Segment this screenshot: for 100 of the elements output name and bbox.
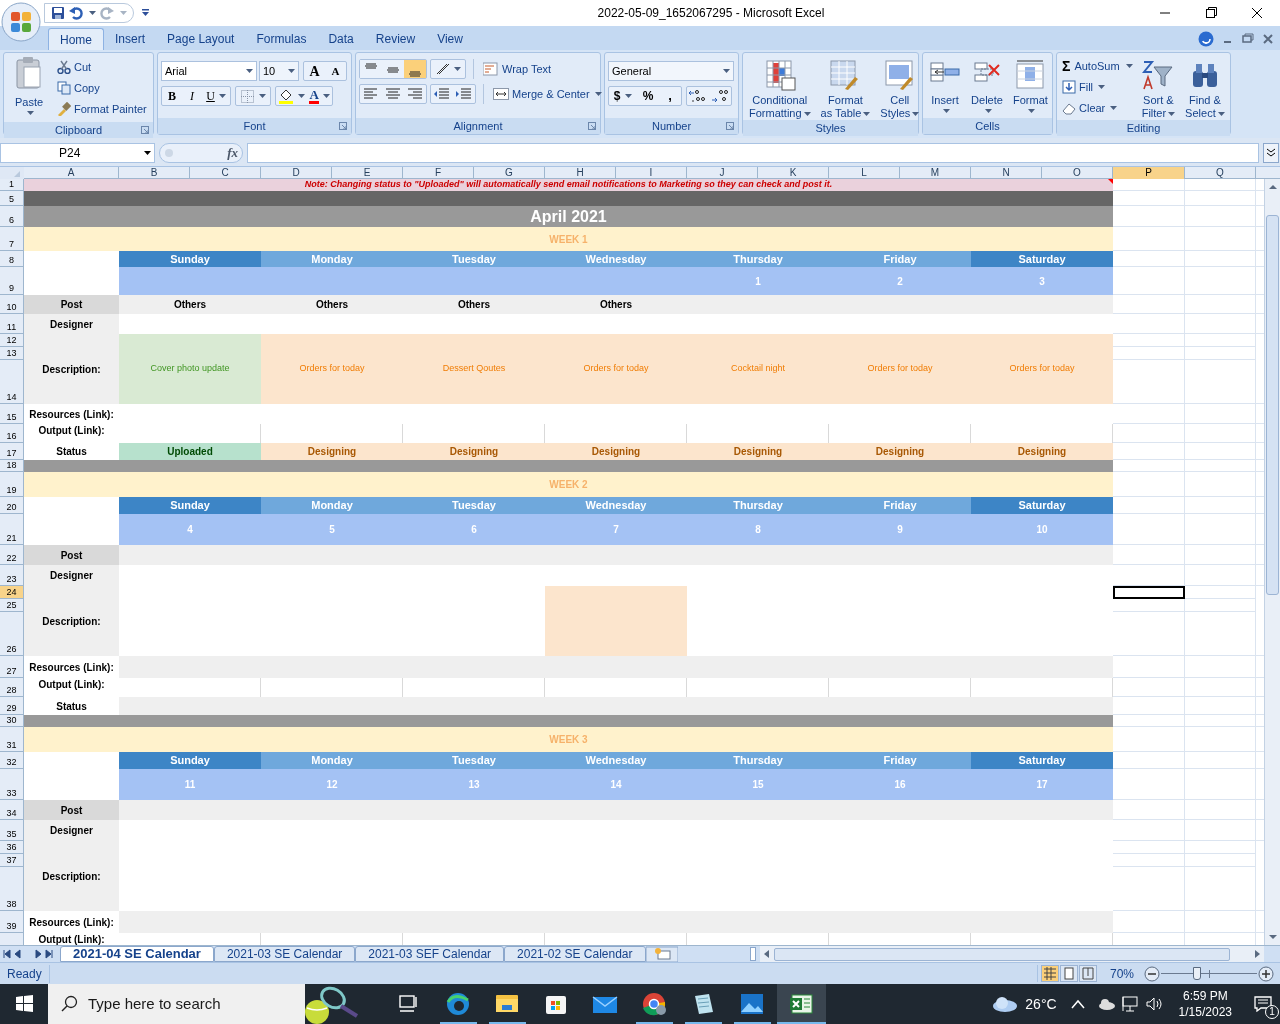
clear-button[interactable]: Clear (1060, 98, 1135, 118)
comma-button[interactable]: , (659, 89, 681, 103)
row-header[interactable]: 16 (0, 424, 24, 443)
date-cell: 7 (545, 514, 687, 545)
format-as-table-button[interactable]: Format as Table (817, 56, 874, 120)
delete-button[interactable]: Delete (968, 56, 1006, 113)
cut-button[interactable]: Cut (55, 57, 149, 77)
row-header[interactable]: 25 (0, 599, 24, 612)
row-header[interactable]: 27 (0, 656, 24, 678)
clock-date[interactable]: 1/15/2023 (1178, 1004, 1232, 1020)
row-header[interactable]: 28 (0, 678, 24, 697)
underline-button[interactable]: U (202, 87, 230, 105)
column-header[interactable]: Q (1185, 167, 1256, 179)
group-label: Clipboard (54, 123, 103, 137)
row-header[interactable]: 34 (0, 800, 24, 820)
wrap-text-button[interactable]: Wrap Text (481, 59, 554, 79)
percent-button[interactable]: % (637, 87, 659, 105)
row-header[interactable]: 14 (0, 360, 24, 404)
font-size-field[interactable]: 10 (259, 61, 299, 81)
status-cell[interactable]: Designing (687, 443, 829, 460)
row-header[interactable]: 32 (0, 752, 24, 769)
day-header: Saturday (971, 497, 1113, 514)
row-header[interactable]: 23 (0, 565, 24, 586)
row-label: Output (Link): (38, 933, 105, 945)
status-cell[interactable]: Designing (545, 443, 687, 460)
shrink-font-button[interactable]: A (325, 62, 346, 80)
row-header[interactable]: 15 (0, 404, 24, 424)
sheet-tab[interactable]: 2021-03 SE Calendar (213, 946, 356, 962)
insert-button[interactable]: Insert (926, 56, 964, 113)
status-cell[interactable]: Designing (261, 443, 403, 460)
row-header[interactable]: 29 (0, 697, 24, 715)
ribbon-tab[interactable]: Insert (104, 28, 157, 50)
row-header[interactable]: 24 (0, 586, 24, 599)
autosum-button[interactable]: Σ AutoSum (1060, 56, 1135, 76)
row-header[interactable]: 6 (0, 206, 24, 227)
merge-center-button[interactable]: Merge & Center (491, 84, 604, 104)
row-header[interactable]: 38 (0, 867, 24, 911)
date-cell: 1 (687, 267, 829, 295)
find-select-button[interactable]: Find & Select (1182, 56, 1228, 120)
row-header[interactable]: 13 (0, 347, 24, 360)
row-header[interactable]: 21 (0, 514, 24, 545)
row-label: Resources (Link): (28, 660, 115, 675)
row-header[interactable]: 39 (0, 911, 24, 933)
column-header[interactable]: P (1113, 167, 1185, 179)
row-header[interactable]: 20 (0, 497, 24, 514)
row-header[interactable]: 18 (0, 460, 24, 472)
row-header[interactable]: 8 (0, 251, 24, 267)
row-label: Post (24, 295, 119, 314)
format-painter-button[interactable]: Format Painter (55, 99, 149, 119)
row-header[interactable]: 11 (0, 314, 24, 334)
row-header[interactable]: 36 (0, 841, 24, 854)
row-header[interactable]: 9 (0, 267, 24, 295)
row-header[interactable]: 12 (0, 334, 24, 347)
cell-styles-button[interactable]: Cell Styles (877, 56, 923, 120)
clock-time[interactable]: 6:59 PM (1182, 988, 1228, 1004)
group-label: Styles (815, 121, 846, 135)
row-header[interactable]: 7 (0, 227, 24, 251)
status-cell[interactable]: Designing (403, 443, 545, 460)
status-cell[interactable]: Designing (971, 443, 1113, 460)
conditional-formatting-button[interactable]: Conditional Formatting (746, 56, 814, 120)
bold-button[interactable]: B (162, 87, 182, 105)
row-header[interactable]: 30 (0, 715, 24, 727)
group-label: Number (651, 119, 692, 133)
copy-button[interactable]: Copy (55, 78, 149, 98)
italic-button[interactable]: I (182, 87, 202, 105)
font-name-field[interactable]: Arial (161, 61, 257, 81)
weather-text[interactable]: 26°C (1025, 993, 1057, 1015)
zoom-level[interactable]: 70% (1099, 964, 1144, 983)
ribbon-tab[interactable]: Formulas (245, 28, 318, 50)
ribbon-tab[interactable]: Data (317, 28, 365, 50)
ribbon-tab[interactable]: Home (48, 28, 104, 50)
name-box[interactable]: P24 (0, 142, 155, 163)
ribbon-tab[interactable]: Page Layout (156, 28, 246, 50)
ribbon-tab[interactable]: View (426, 28, 474, 50)
sort-filter-button[interactable]: Sort & Filter (1138, 56, 1179, 120)
sheet-tab[interactable]: 2021-03 SEF Calendar (355, 946, 505, 962)
row-header[interactable]: 33 (0, 769, 24, 800)
row-header[interactable]: 37 (0, 854, 24, 867)
paste-button[interactable]: Paste (7, 56, 51, 122)
row-header[interactable]: 26 (0, 612, 24, 656)
row-header[interactable]: 1 (0, 179, 24, 191)
row-header[interactable]: 19 (0, 472, 24, 497)
status-cell[interactable]: Uploaded (119, 443, 261, 460)
fill-button[interactable]: Fill (1060, 77, 1135, 97)
row-label: Description: (24, 586, 119, 656)
search-field[interactable]: Type here to search (48, 984, 305, 1024)
row-header[interactable]: 22 (0, 545, 24, 565)
row-header[interactable]: 35 (0, 820, 24, 841)
ribbon-tab[interactable]: Review (364, 28, 427, 50)
grow-font-button[interactable]: A (304, 62, 325, 80)
format-button[interactable]: Format (1010, 56, 1051, 113)
row-header[interactable]: 17 (0, 443, 24, 460)
currency-button[interactable]: $ (609, 87, 637, 105)
row-header[interactable]: 5 (0, 191, 24, 206)
row-header[interactable]: 10 (0, 295, 24, 314)
row-header[interactable]: 31 (0, 727, 24, 752)
sheet-tab[interactable]: 2021-04 SE Calendar (60, 946, 214, 962)
number-format-field[interactable]: General (608, 61, 734, 81)
insert-function-button[interactable]: fx (159, 142, 243, 163)
status-cell[interactable]: Designing (829, 443, 971, 460)
